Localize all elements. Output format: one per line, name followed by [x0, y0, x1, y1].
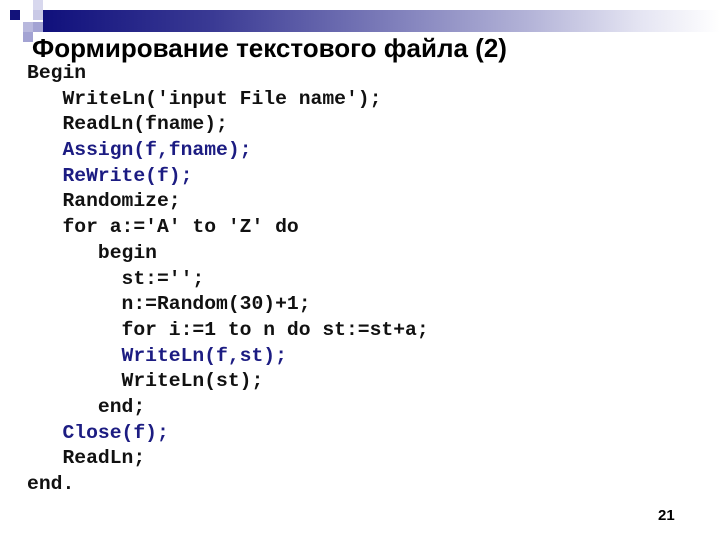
code-line: for i:=1 to n do st:=st+a;	[27, 318, 429, 341]
code-line: st:='';	[27, 267, 205, 290]
code-line: begin	[27, 241, 157, 264]
code-line: Begin	[27, 62, 87, 84]
code-block: Begin WriteLn('input File name'); ReadLn…	[27, 61, 429, 498]
code-line: WriteLn(f,st);	[27, 344, 287, 367]
code-line: ReWrite(f);	[27, 164, 193, 187]
code-line: Randomize;	[27, 190, 181, 213]
code-line: WriteLn(st);	[27, 370, 264, 393]
decor-square	[33, 0, 43, 10]
code-line: for a:='A' to 'Z' do	[27, 216, 299, 239]
code-line: end.	[27, 473, 75, 495]
code-line: n:=Random(30)+1;	[27, 293, 311, 316]
code-line: end;	[27, 395, 146, 418]
code-line: ReadLn;	[27, 447, 146, 470]
code-line: Close(f);	[27, 421, 169, 444]
page-number: 21	[658, 507, 675, 524]
decor-square	[33, 10, 43, 20]
code-line: ReadLn(fname);	[27, 113, 228, 136]
decor-square	[10, 10, 20, 20]
code-line: Assign(f,fname);	[27, 139, 252, 162]
title-gradient-bar	[43, 10, 720, 32]
code-line: WriteLn('input File name');	[27, 87, 382, 110]
